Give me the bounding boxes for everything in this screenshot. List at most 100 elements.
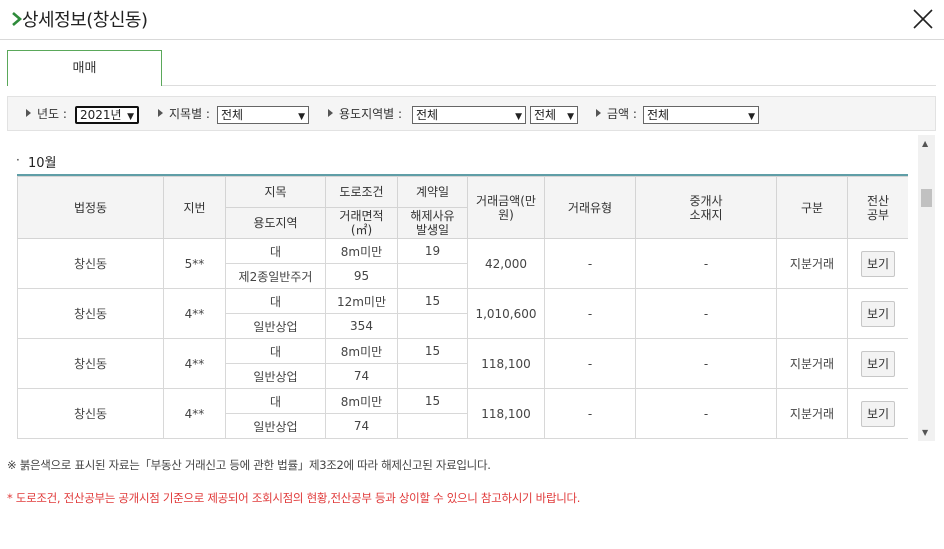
cell-doc: 보기 — [847, 388, 908, 439]
month-bullet: · — [16, 153, 20, 167]
cell-road: 12m미만 — [325, 288, 398, 314]
month-heading: 10월 — [28, 156, 57, 171]
zone-filter-label: 용도지역별 : — [328, 105, 402, 123]
header-area: 거래면적 (㎡) — [325, 207, 398, 239]
header-beopjeongdong: 법정동 — [17, 176, 164, 239]
cell-jibeon: 4** — [163, 338, 226, 389]
header-jimok: 지목 — [225, 176, 326, 208]
cell-doc: 보기 — [847, 238, 908, 289]
triangle-right-icon — [26, 109, 31, 117]
triangle-right-icon — [158, 109, 163, 117]
cell-contract: 19 — [397, 238, 468, 264]
zone-sub-select[interactable]: 전체 ▼ — [530, 106, 578, 124]
cell-contract: 15 — [397, 288, 468, 314]
cell-type: - — [544, 388, 636, 439]
cell-area: 95 — [325, 263, 398, 289]
cell-jimok: 대 — [225, 288, 326, 314]
cell-amount: 118,100 — [467, 388, 545, 439]
cell-contract: 15 — [397, 338, 468, 364]
jimok-select[interactable]: 전체 ▼ — [217, 106, 309, 124]
chevron-down-icon: ▼ — [567, 112, 574, 122]
view-button[interactable]: 보기 — [861, 400, 895, 427]
view-button[interactable]: 보기 — [861, 350, 895, 377]
header-gubun: 구분 — [776, 176, 848, 239]
chevron-down-icon: ▼ — [298, 112, 305, 122]
amount-filter-label: 금액 : — [596, 105, 637, 123]
cell-jibeon: 4** — [163, 388, 226, 439]
cell-road: 8m미만 — [325, 238, 398, 264]
cell-dong: 창신동 — [17, 388, 164, 439]
header-doc: 전산 공부 — [847, 176, 908, 239]
cell-dong: 창신동 — [17, 288, 164, 339]
cell-gubun: 지분거래 — [776, 388, 848, 439]
scroll-down-icon[interactable]: ▼ — [922, 428, 928, 437]
header-yongdo: 용도지역 — [225, 207, 326, 239]
cell-dong: 창신동 — [17, 238, 164, 289]
amount-select[interactable]: 전체 ▼ — [643, 106, 759, 124]
cell-cancel — [397, 313, 468, 339]
cell-doc: 보기 — [847, 338, 908, 389]
cell-agent: - — [635, 388, 777, 439]
tab-trade-label: 매매 — [72, 61, 97, 76]
year-select[interactable]: 2021년 ▼ — [75, 106, 139, 124]
cell-amount: 42,000 — [467, 238, 545, 289]
cell-gubun: 지분거래 — [776, 238, 848, 289]
cell-type: - — [544, 288, 636, 339]
cell-area: 354 — [325, 313, 398, 339]
year-filter-label: 년도 : — [26, 105, 67, 123]
cell-jibeon: 4** — [163, 288, 226, 339]
triangle-right-icon — [328, 109, 333, 117]
cell-yongdo: 일반상업 — [225, 413, 326, 439]
header-cancel: 해제사유 발생일 — [397, 207, 468, 239]
cell-area: 74 — [325, 413, 398, 439]
scroll-up-icon[interactable]: ▲ — [922, 139, 928, 148]
window-title: 상세정보(창신동) — [22, 10, 148, 31]
jimok-filter-label: 지목별 : — [158, 105, 210, 123]
filter-bar: 년도 : 2021년 ▼ 지목별 : 전체 ▼ 용도지역별 : 전체 ▼ 전체 ▼ 금액… — [7, 96, 936, 131]
triangle-right-icon — [596, 109, 601, 117]
table-row: 창신동 4** 대 12m미만 15 1,010,600 - - 보기 — [17, 288, 908, 339]
cell-amount: 1,010,600 — [467, 288, 545, 339]
cell-area: 74 — [325, 363, 398, 389]
zone-select[interactable]: 전체 ▼ — [412, 106, 526, 124]
cancellation-note: ※ 붉은색으로 표시된 자료는「부동산 거래신고 등에 관한 법률」제3조2에 … — [7, 458, 491, 472]
cell-yongdo: 일반상업 — [225, 313, 326, 339]
cell-jimok: 대 — [225, 238, 326, 264]
cell-cancel — [397, 363, 468, 389]
cell-amount: 118,100 — [467, 338, 545, 389]
header-amount: 거래금액(만 원) — [467, 176, 545, 239]
cell-jimok: 대 — [225, 388, 326, 414]
cell-doc: 보기 — [847, 288, 908, 339]
transaction-table: 법정동 지번 지목 도로조건 계약일 거래금액(만 원) 거래유형 중개사 소재… — [17, 174, 908, 440]
cell-road: 8m미만 — [325, 338, 398, 364]
cell-road: 8m미만 — [325, 388, 398, 414]
disclaimer-note: * 도로조건, 전산공부는 공개시점 기준으로 제공되어 조회시점의 현황,전산… — [7, 491, 581, 505]
view-button[interactable]: 보기 — [861, 300, 895, 327]
header-agent: 중개사 소재지 — [635, 176, 777, 239]
table-row: 창신동 4** 대 8m미만 15 118,100 - - 지분거래 보기 — [17, 388, 908, 439]
cell-type: - — [544, 338, 636, 389]
cell-yongdo: 제2종일반주거 — [225, 263, 326, 289]
cell-cancel — [397, 413, 468, 439]
vertical-scrollbar[interactable]: ▲ ▼ — [918, 135, 935, 441]
header-road: 도로조건 — [325, 176, 398, 208]
cell-agent: - — [635, 238, 777, 289]
cell-type: - — [544, 238, 636, 289]
header-jibeon: 지번 — [163, 176, 226, 239]
tab-trade[interactable]: 매매 — [7, 50, 162, 86]
cell-agent: - — [635, 288, 777, 339]
view-button[interactable]: 보기 — [861, 250, 895, 277]
cell-cancel — [397, 263, 468, 289]
cell-agent: - — [635, 338, 777, 389]
title-bar: 상세정보(창신동) — [0, 0, 944, 40]
cell-yongdo: 일반상업 — [225, 363, 326, 389]
cell-gubun — [776, 288, 848, 339]
close-icon[interactable] — [910, 6, 936, 32]
cell-jibeon: 5** — [163, 238, 226, 289]
cell-gubun: 지분거래 — [776, 338, 848, 389]
header-contract: 계약일 — [397, 176, 468, 208]
scrollbar-thumb[interactable] — [921, 189, 932, 207]
cell-jimok: 대 — [225, 338, 326, 364]
cell-dong: 창신동 — [17, 338, 164, 389]
table-row: 창신동 5** 대 8m미만 19 42,000 - - 지분거래 보기 — [17, 238, 908, 289]
